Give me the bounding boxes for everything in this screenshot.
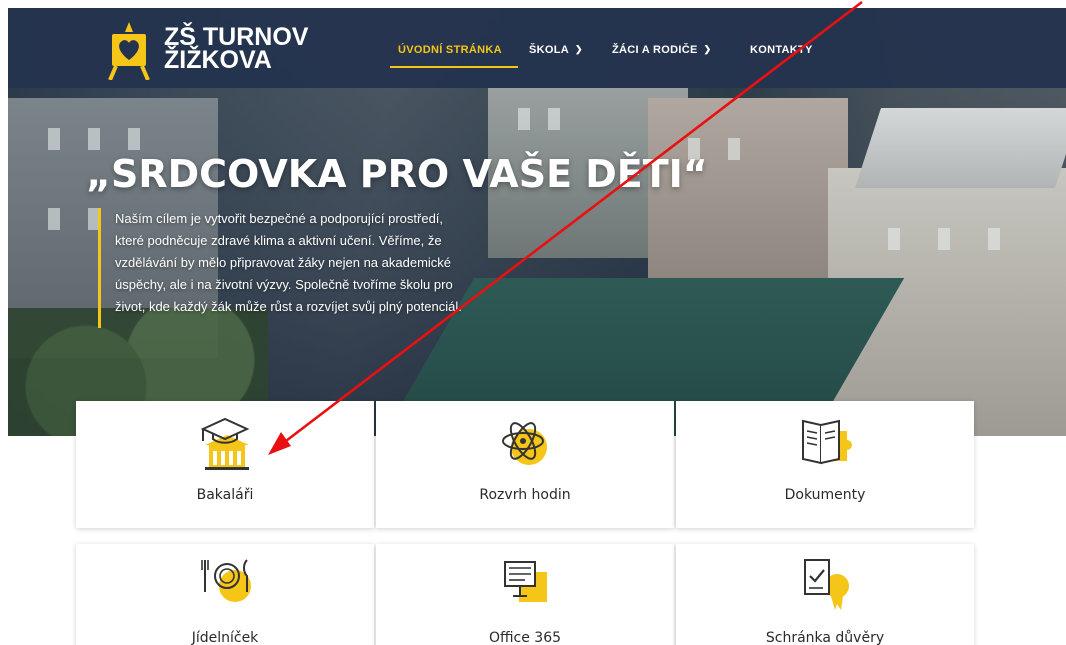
presentation-board-icon [504,561,547,602]
plate-cutlery-apple-icon [201,559,251,602]
card-label: Schránka důvěry [765,630,885,645]
hero-window [48,208,60,230]
hero-quote-line: Naším cílem je vytvořit bezpečné a podpo… [115,211,444,226]
logo-line-2: ŽIŽKOVA [164,46,272,74]
card-label: Bakaláři [196,487,254,503]
hero-title: „SRDCOVKA PRO VAŠE DĚTI“ [86,152,708,196]
hero-window [988,228,1000,250]
hero-window [548,108,560,130]
open-book-puzzle-icon [802,419,852,465]
hero-quote: Naším cílem je vytvořit bezpečné a podpo… [98,208,498,328]
hero-window [518,108,530,130]
atom-icon [502,422,547,465]
hero-quote-line: život, kde každý žák může růst a rozvíje… [115,299,462,314]
nav-item-skola[interactable]: ŠKOLA ❯ [529,44,583,56]
card-office-365[interactable]: Office 365 [376,544,674,645]
nav-active-underline [390,66,518,68]
school-logo-text[interactable]: ZŠ TURNOV ŽIŽKOVA [164,25,308,74]
card-schranka-duvery[interactable]: Schránka důvěry [676,544,974,645]
hero-roof [855,108,1066,188]
card-label: Rozvrh hodin [479,487,571,503]
card-dokumenty[interactable]: Dokumenty [676,401,974,528]
hero-quote-line: vzdělávání by mělo připravovat žáky neje… [115,255,452,270]
hero-window [938,228,950,250]
nav-item-label: ŠKOLA [529,44,569,56]
hero-quote-line: úspěchy, ale i na životní výzvy. Společn… [115,277,453,292]
card-bakalari[interactable]: Bakaláři [76,401,374,528]
card-label: Office 365 [488,630,562,645]
school-logo-heart-icon[interactable] [104,22,154,80]
nav-item-label: ŽÁCI A RODIČE [612,44,698,56]
nav-item-zaci-a-rodice[interactable]: ŽÁCI A RODIČE ❯ [612,44,711,56]
checklist-badge-icon [804,559,849,610]
main-navbar: ZŠ TURNOV ŽIŽKOVA ÚVODNÍ STRÁNKA ŠKOLA ❯ … [8,8,1066,88]
hero-window [888,228,900,250]
hero-quote-line: které podněcuje zdravé klima a aktivní u… [115,233,442,248]
nav-item-home[interactable]: ÚVODNÍ STRÁNKA [398,44,502,56]
card-jidelnicek[interactable]: Jídelníček [76,544,374,645]
card-label: Jídelníček [191,630,259,645]
chevron-down-icon: ❯ [703,44,712,54]
hero-window [88,128,100,150]
hero-window [728,138,740,160]
nav-item-label: KONTAKTY [750,44,813,56]
chevron-down-icon: ❯ [575,44,583,54]
school-building-graduation-cap-icon [200,417,250,470]
card-rozvrh-hodin[interactable]: Rozvrh hodin [376,401,674,528]
page: ZŠ TURNOV ŽIŽKOVA ÚVODNÍ STRÁNKA ŠKOLA ❯ … [0,0,1066,645]
card-label: Dokumenty [784,487,866,503]
nav-item-kontakty[interactable]: KONTAKTY [750,44,813,56]
hero-window [48,128,60,150]
nav-item-label: ÚVODNÍ STRÁNKA [398,44,502,56]
hero-window [128,128,140,150]
